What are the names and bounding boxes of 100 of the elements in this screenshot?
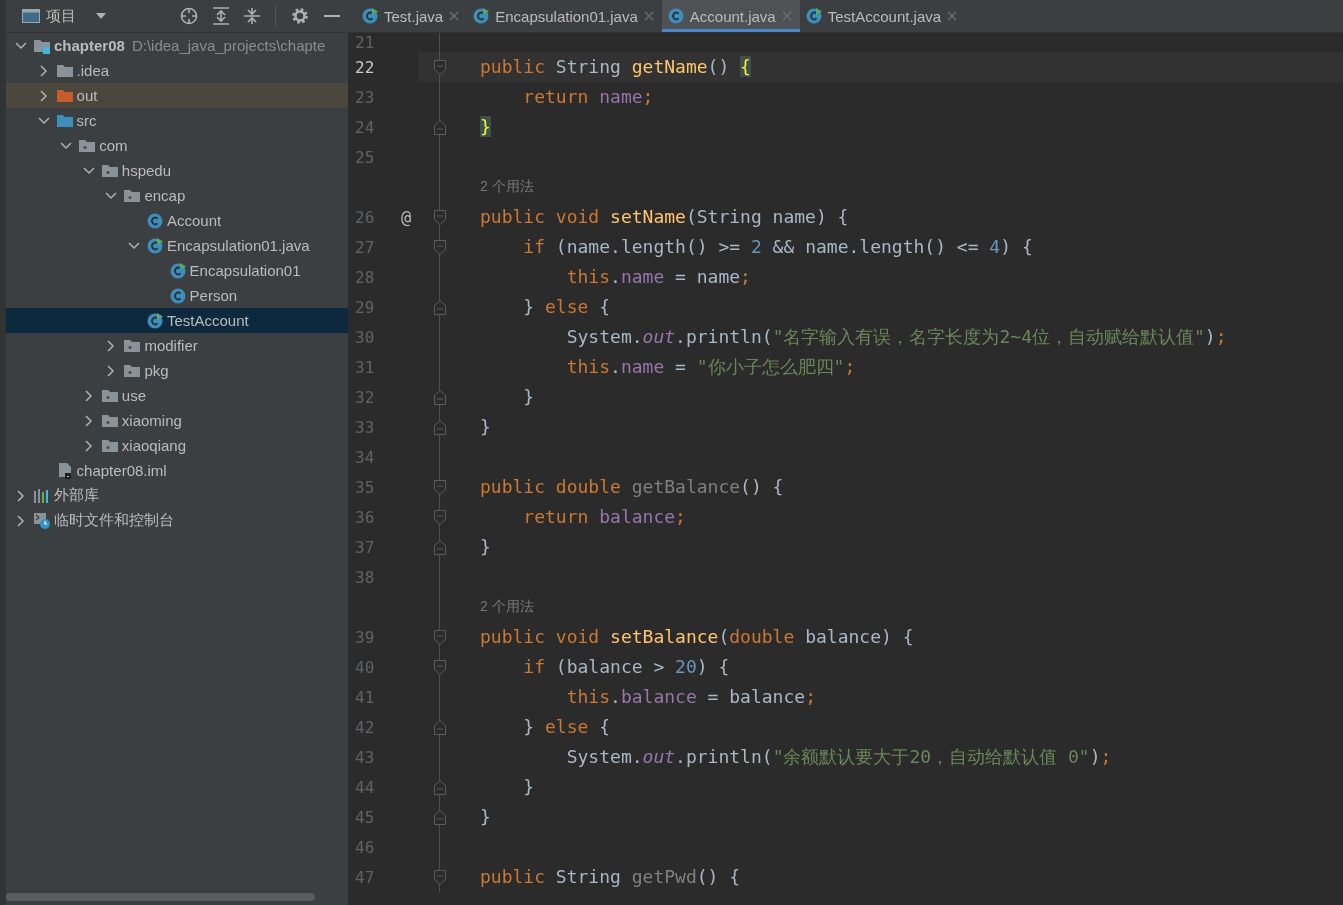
tree-item[interactable]: Person: [6, 283, 348, 308]
chevron-right-icon[interactable]: [39, 64, 48, 77]
tree-item[interactable]: .idea: [6, 58, 348, 83]
chevron-right-icon[interactable]: [107, 339, 116, 352]
fold-icon[interactable]: [434, 719, 446, 735]
close-icon[interactable]: [643, 11, 654, 21]
chevron-right-icon[interactable]: [17, 489, 25, 502]
chevron-down-icon[interactable]: [82, 166, 95, 175]
tree-item[interactable]: xiaoqiang: [6, 433, 348, 458]
tree-item[interactable]: com: [6, 133, 348, 158]
editor-tab[interactable]: TestAccount.java: [799, 0, 966, 32]
package-icon: [124, 362, 141, 379]
folder-icon: [56, 62, 73, 79]
editor-tab[interactable]: Account.java: [661, 0, 800, 32]
close-icon[interactable]: [449, 11, 460, 21]
line-number: 30: [354, 327, 376, 347]
class-icon: [667, 8, 684, 24]
line-number: 28: [354, 267, 376, 287]
fold-icon[interactable]: [434, 539, 446, 555]
view-selector[interactable]: 项目: [22, 6, 106, 26]
chevron-right-icon[interactable]: [107, 364, 116, 377]
fold-icon[interactable]: [434, 119, 446, 135]
code-line: System.out.println("名字输入有误，名字长度为2~4位，自动赋给默认值");: [565, 325, 1227, 349]
fold-icon[interactable]: [434, 479, 446, 495]
tree-item[interactable]: modifier: [6, 333, 348, 358]
fold-icon[interactable]: [434, 629, 446, 645]
runnable-class-icon: [147, 312, 163, 329]
chevron-right-icon[interactable]: [39, 89, 48, 102]
expand-all-icon[interactable]: [213, 7, 229, 25]
code-line: public void setName(String name) {: [480, 205, 849, 229]
fold-icon[interactable]: [434, 239, 446, 255]
tree-item[interactable]: chapter08.iml: [6, 458, 348, 483]
line-number: 38: [354, 567, 376, 587]
chevron-right-icon[interactable]: [84, 439, 93, 452]
fold-icon[interactable]: [434, 209, 446, 225]
clock-icon: [34, 512, 50, 529]
tree-item[interactable]: TestAccount: [6, 308, 348, 333]
chevron-right-icon[interactable]: [84, 414, 93, 427]
line-number: 31: [354, 357, 376, 377]
fold-icon[interactable]: [434, 299, 446, 315]
usage-hint[interactable]: 2 个用法: [480, 598, 534, 616]
tree-item[interactable]: Account: [6, 208, 348, 233]
gutter-marker[interactable]: @: [388, 207, 418, 227]
file-icon: [56, 462, 73, 479]
line-number: 24: [354, 117, 376, 137]
tree-item[interactable]: Encapsulation01.java: [6, 233, 348, 258]
line-number: 35: [354, 477, 376, 497]
collapse-all-icon[interactable]: [244, 7, 260, 25]
editor-tab[interactable]: Encapsulation01.java: [467, 0, 662, 32]
chevron-right-icon[interactable]: [84, 389, 93, 402]
line-number: 41: [354, 687, 376, 707]
folder-icon: [56, 112, 73, 129]
runnable-class-icon: [362, 8, 378, 24]
editor-tab[interactable]: Test.java: [356, 0, 468, 32]
chevron-down-icon[interactable]: [15, 41, 27, 50]
chevron-down-icon[interactable]: [128, 241, 140, 250]
line-number: 45: [354, 807, 376, 827]
chevron-right-icon[interactable]: [17, 514, 25, 527]
tree-item[interactable]: pkg: [6, 358, 348, 383]
line-number: 34: [354, 447, 376, 467]
fold-icon[interactable]: [434, 419, 446, 435]
close-icon[interactable]: [947, 11, 958, 21]
fold-icon[interactable]: [434, 659, 446, 675]
scrollbar[interactable]: [6, 893, 315, 901]
tree-item[interactable]: Encapsulation01: [6, 258, 348, 283]
code-line: }: [480, 415, 491, 439]
minimize-icon[interactable]: [324, 14, 340, 18]
chevron-down-icon[interactable]: [37, 116, 50, 125]
fold-icon[interactable]: [434, 509, 446, 525]
code-line: } else {: [522, 295, 611, 319]
tree-item[interactable]: chapter08 D:\idea_java_projects\chapte: [6, 33, 348, 58]
chevron-down-icon[interactable]: [60, 141, 73, 150]
fold-icon[interactable]: [434, 389, 446, 405]
code-line: } else {: [522, 715, 611, 739]
code-line: public String getPwd() {: [480, 865, 741, 889]
runnable-class-icon: [805, 8, 822, 24]
fold-icon[interactable]: [434, 59, 446, 75]
tree-item[interactable]: 外部库: [6, 483, 348, 508]
line-number: 26: [354, 207, 376, 227]
code-line: if (balance > 20) {: [522, 655, 730, 679]
code-line: public void setBalance(double balance) {: [480, 625, 914, 649]
tree-item[interactable]: xiaoming: [6, 408, 348, 433]
tree-item[interactable]: use: [6, 383, 348, 408]
close-icon[interactable]: [781, 11, 792, 21]
fold-icon[interactable]: [434, 809, 446, 825]
package-icon: [124, 187, 141, 204]
tree-item[interactable]: out: [6, 83, 348, 108]
fold-icon[interactable]: [434, 779, 446, 795]
module-folder-icon: [34, 37, 50, 54]
target-icon[interactable]: [180, 7, 198, 25]
package-icon: [101, 387, 118, 404]
usage-hint[interactable]: 2 个用法: [480, 178, 534, 196]
fold-icon[interactable]: [434, 869, 446, 885]
settings-icon[interactable]: [291, 7, 309, 25]
line-number: 36: [354, 507, 376, 527]
tree-item[interactable]: encap: [6, 183, 348, 208]
tree-item[interactable]: src: [6, 108, 348, 133]
tree-item[interactable]: 临时文件和控制台: [6, 508, 348, 533]
chevron-down-icon[interactable]: [105, 191, 118, 200]
tree-item[interactable]: hspedu: [6, 158, 348, 183]
